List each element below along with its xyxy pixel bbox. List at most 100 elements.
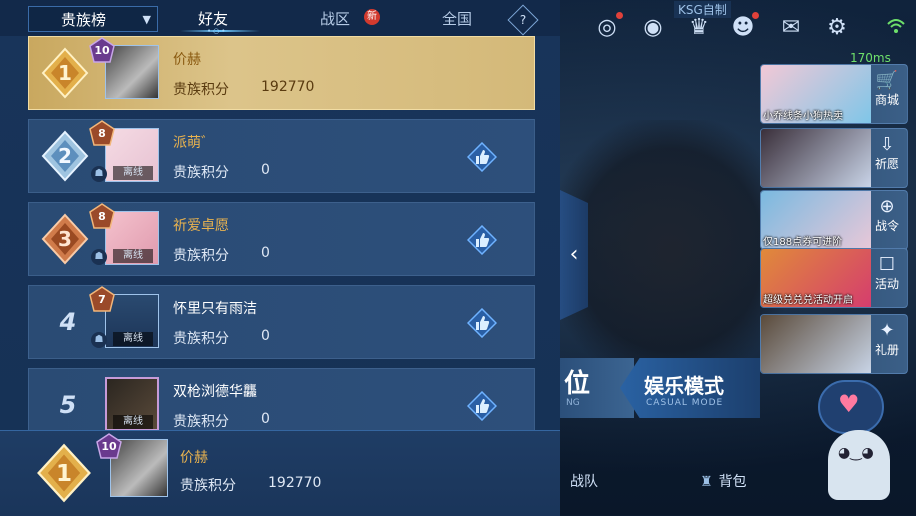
event-icon: ☐ [878, 254, 896, 275]
ranking-row[interactable]: 1 10 价赫 贵族积分 192770 [28, 36, 535, 110]
mail-icon[interactable]: ✉ [777, 14, 805, 42]
ranking-type-dropdown[interactable]: 贵族榜 ▼ [28, 6, 158, 32]
top-icon-bar: ◎ ◉ ♛ ☻ ✉ ⚙ [575, 10, 916, 50]
team-button[interactable]: 战队 [570, 471, 598, 491]
mascot-assistant[interactable]: ♥ ◕‿◕ [818, 380, 908, 500]
gift-icon: ✦ [879, 320, 895, 341]
noble-level-badge: 8 [89, 120, 115, 146]
shop-card-caption: 小乔线条小狗热卖 [763, 111, 843, 122]
svg-text:10: 10 [94, 44, 110, 57]
tab-friends[interactable]: 好友 [198, 8, 228, 29]
ranking-row[interactable]: 2 8 ☗ 离线 派萌゛ 贵族积分 0 [28, 119, 535, 193]
thumbs-up-icon[interactable] [467, 142, 497, 172]
profile-icon: ☗ [91, 332, 107, 348]
tab-dots-icon: •○• [207, 27, 228, 35]
friends-icon[interactable]: ☻ [729, 12, 759, 42]
bag-button[interactable]: ♜ 背包 [700, 471, 747, 491]
pass-icon: ⊕ [879, 196, 895, 217]
player-name: 祈爱卓愿 [173, 218, 229, 234]
svg-text:10: 10 [101, 440, 117, 453]
help-icon[interactable]: ? [507, 4, 539, 36]
trophy-icon[interactable]: ♛ [685, 14, 713, 42]
event-card-tag: ☐ 活动 [871, 255, 903, 292]
wish-card-tag: ⇩ 祈愿 [871, 135, 903, 172]
score-value: 192770 [268, 475, 322, 491]
target-icon[interactable]: ◎ [593, 12, 623, 42]
mascot-face: ◕‿◕ [838, 445, 874, 461]
gold-medal-icon: 1 [37, 443, 91, 503]
noble-level-badge: 10 [89, 37, 115, 63]
noble-level-badge: 7 [89, 286, 115, 312]
score-label: 贵族积分 [173, 331, 229, 347]
gear-icon[interactable]: ⚙ [823, 14, 851, 42]
bag-icon: ♜ [700, 474, 713, 490]
offline-status: 离线 [113, 166, 153, 180]
battlepass-card-caption: 仅188点券可进阶 [763, 237, 843, 248]
score-label: 贵族积分 [180, 478, 236, 494]
tab-bar: 贵族榜 ▼ 好友 •○• 战区 新 全国 ? [0, 0, 560, 36]
ranking-row[interactable]: 3 8 ☗ 离线 祈爱卓愿 贵族积分 0 [28, 202, 535, 276]
battlepass-card-tag: ⊕ 战令 [871, 197, 903, 234]
shop-icon: 🛒 [875, 70, 899, 91]
chevron-down-icon: ▼ [142, 13, 151, 26]
thumbs-up-icon[interactable] [467, 391, 497, 421]
score-label: 贵族积分 [173, 414, 229, 430]
svg-text:3: 3 [58, 227, 72, 251]
new-badge: 新 [364, 9, 380, 25]
noble-level-badge: 8 [89, 203, 115, 229]
gift-card-art [761, 315, 871, 373]
event-card-caption: 超级兑兑兑活动开启 [763, 295, 853, 306]
profile-icon: ☗ [91, 166, 107, 182]
score-label: 贵族积分 [173, 248, 229, 264]
ksg-label: KSG自制 [674, 1, 731, 18]
score-value: 0 [261, 245, 270, 261]
player-name: 派萌゛ [173, 135, 215, 151]
score-value: 192770 [261, 79, 315, 95]
gift-card[interactable]: ✦ 礼册 [760, 314, 908, 374]
svg-text:8: 8 [98, 127, 106, 140]
eye-icon[interactable]: ◉ [639, 14, 667, 42]
score-label: 贵族积分 [173, 82, 229, 98]
tab-national[interactable]: 全国 [442, 8, 472, 29]
wifi-icon [886, 16, 906, 36]
svg-text:8: 8 [98, 210, 106, 223]
casual-mode-title: 娱乐模式 [644, 374, 724, 398]
score-value: 0 [261, 411, 270, 427]
offline-status: 离线 [113, 415, 153, 429]
gift-card-tag: ✦ 礼册 [871, 321, 903, 358]
player-name: 怀里只有雨洁 [173, 301, 257, 317]
event-card[interactable]: ☐ 活动 超级兑兑兑活动开启 [760, 248, 908, 308]
gold-medal-icon: 1 [41, 47, 89, 99]
offline-status: 离线 [113, 332, 153, 346]
svg-text:1: 1 [56, 461, 72, 487]
collapse-panel-button[interactable]: ‹ [560, 190, 588, 320]
thumbs-up-icon[interactable] [467, 308, 497, 338]
player-name: 价赫 [180, 450, 208, 466]
silver-medal-icon: 2 [41, 130, 89, 182]
my-rank-footer: 1 10 价赫 贵族积分 192770 [0, 430, 560, 516]
profile-icon: ☗ [91, 249, 107, 265]
score-value: 0 [261, 328, 270, 344]
thumbs-up-icon[interactable] [467, 225, 497, 255]
rank-number: 5 [59, 391, 77, 419]
svg-text:2: 2 [58, 144, 72, 168]
offline-status: 离线 [113, 249, 153, 263]
tab-region[interactable]: 战区 [320, 8, 350, 29]
ranking-row[interactable]: 4 7 ☗ 离线 怀里只有雨洁 贵族积分 0 [28, 285, 535, 359]
chevron-left-icon: ‹ [569, 242, 579, 267]
shop-card[interactable]: 🛒 商城 小乔线条小狗热卖 [760, 64, 908, 124]
casual-mode-button[interactable]: 娱乐模式 CASUAL MODE [620, 358, 760, 418]
battlepass-card[interactable]: ⊕ 战令 仅188点券可进阶 [760, 190, 908, 250]
ping-readout: 170ms [850, 51, 891, 65]
wish-card[interactable]: ⇩ 祈愿 [760, 128, 908, 188]
download-icon: ⇩ [879, 134, 895, 155]
score-label: 贵族积分 [173, 165, 229, 181]
bronze-medal-icon: 3 [41, 213, 89, 265]
bottom-nav: 战队 ♜ 背包 [560, 455, 760, 505]
player-name: 价赫 [173, 52, 201, 68]
ranking-panel: 贵族榜 ▼ 好友 •○• 战区 新 全国 ? 1 10 价赫 贵族积分 1927… [0, 0, 560, 516]
noble-level-badge: 10 [96, 433, 122, 459]
ranked-mode-sub: NG [566, 398, 580, 408]
shop-card-tag: 🛒 商城 [871, 71, 903, 108]
score-value: 0 [261, 162, 270, 178]
